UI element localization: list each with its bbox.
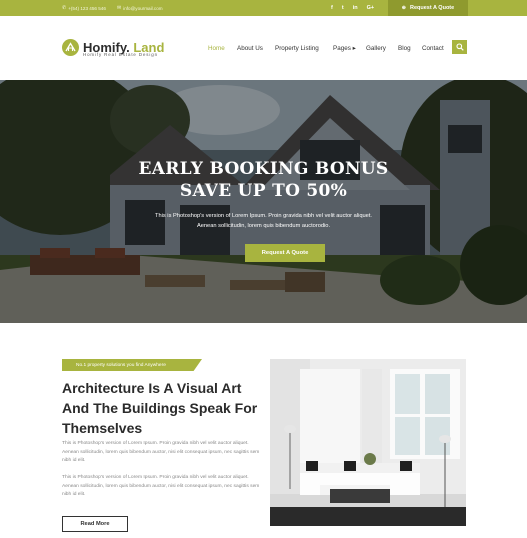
nav-contact[interactable]: Contact <box>422 40 444 56</box>
email-contact[interactable]: ✉ info@yourmail.com <box>117 0 163 16</box>
nav-about-us[interactable]: About Us <box>237 40 263 56</box>
quote-icon: ⊕ <box>401 5 406 11</box>
read-more-button[interactable]: Read More <box>62 516 128 532</box>
twitter-icon[interactable]: t <box>342 5 344 11</box>
mail-icon: ✉ <box>117 5 122 11</box>
nav-gallery[interactable]: Gallery <box>366 40 386 56</box>
phone-number: +(54) 123 456 546 <box>68 5 106 11</box>
social-links: f t in G+ <box>331 0 374 16</box>
about-title: Architecture Is A Visual Art And The Bui… <box>62 380 258 436</box>
nav-property-listing[interactable]: Property Listing <box>275 40 319 56</box>
request-quote-top-button[interactable]: ⊕ Request A Quote <box>388 0 468 16</box>
hero-title-line1: EARLY BOOKING BONUS <box>138 159 389 179</box>
nav-home[interactable]: Home <box>208 40 225 56</box>
nav-pages[interactable]: Pages ▸ <box>333 40 356 56</box>
tagline-ribbon: No.1 property solutions you find Anywher… <box>62 359 202 371</box>
hero-text: This is Photoshop's version of Lorem Ips… <box>154 213 372 229</box>
nav-blog[interactable]: Blog <box>398 40 411 56</box>
site-header: Homify. Land Homify Real Estate Design H… <box>0 16 527 80</box>
about-paragraph-2: This is Photoshop's version of Lorem Ips… <box>62 475 260 498</box>
google-plus-icon[interactable]: G+ <box>367 5 375 11</box>
linkedin-icon[interactable]: in <box>353 5 358 11</box>
email-address: info@yourmail.com <box>123 5 163 11</box>
hero-request-quote-button[interactable]: Request A Quote <box>245 244 325 262</box>
logo-tagline: Homify Real Estate Design <box>83 52 158 57</box>
hero-house-image <box>0 80 527 323</box>
facebook-icon[interactable]: f <box>331 5 333 11</box>
phone-icon: ✆ <box>62 5 67 11</box>
about-paragraph-1: This is Photoshop's version of Lorem Ips… <box>62 441 260 464</box>
request-quote-top-label: Request A Quote <box>409 5 455 11</box>
top-bar: ✆ +(54) 123 456 546 ✉ info@yourmail.com … <box>0 0 527 16</box>
interior-image <box>270 359 466 526</box>
search-button[interactable] <box>452 40 467 54</box>
phone-contact[interactable]: ✆ +(54) 123 456 546 <box>62 0 106 16</box>
hero-title-line2: SAVE UP TO 50% <box>179 181 348 201</box>
house-leaf-logo-icon <box>62 38 79 56</box>
search-icon <box>455 43 464 51</box>
hero-banner: EARLY BOOKING BONUS SAVE UP TO 50% <box>0 80 527 323</box>
